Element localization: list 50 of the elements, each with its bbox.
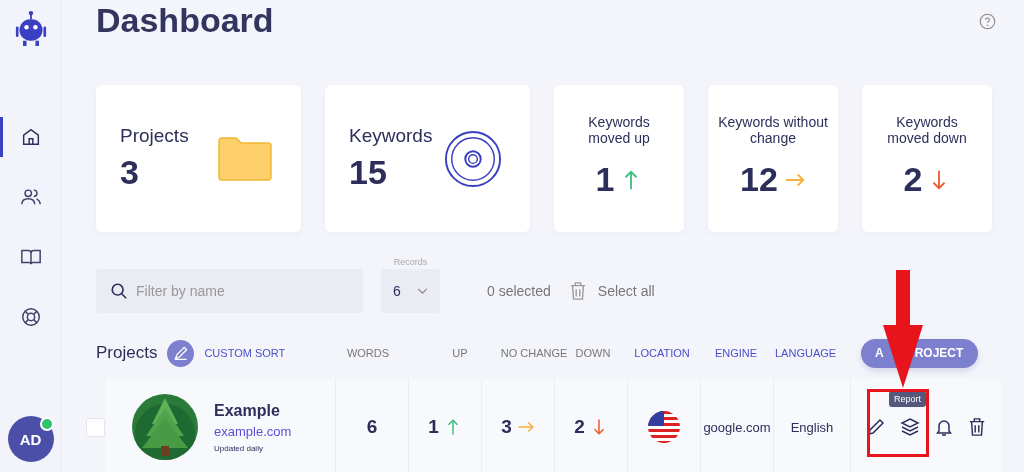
table-cell: google.com (703, 419, 771, 435)
stat-value: 3 (120, 153, 140, 192)
column-header: NO CHANGE (499, 347, 569, 359)
stat-label: Keywords without change (718, 114, 828, 146)
stat-label: Keywords (349, 125, 433, 147)
sort-column-header[interactable]: LOCATION (623, 347, 701, 359)
table-cell: English (790, 419, 834, 435)
column-header: DOWN (574, 347, 612, 359)
lifebuoy-icon[interactable] (19, 306, 42, 328)
flag-icon (648, 411, 680, 443)
help-icon[interactable] (979, 12, 996, 30)
update-note: Updated daily (214, 443, 264, 453)
sort-column-header[interactable]: LANGUAGE (775, 347, 835, 359)
sort-column-header[interactable]: ENGINE (711, 347, 761, 359)
table-cell: 6 (366, 416, 378, 438)
stat-value: 1 (595, 160, 615, 199)
search-field[interactable]: Filter by name (96, 269, 363, 313)
highlight-box (867, 389, 929, 457)
table-cell: 3 (501, 416, 512, 438)
page-title: Dashboard (96, 0, 274, 40)
edit-button[interactable] (167, 339, 195, 367)
selected-count: 0 selected (487, 283, 551, 299)
section-title: Projects (96, 343, 158, 363)
stat-label: Projects (120, 125, 189, 147)
table-cell: 2 (574, 416, 585, 438)
row-checkbox[interactable] (86, 417, 105, 437)
column-header: WORDS (345, 347, 391, 359)
select-all-link[interactable]: Select all (597, 283, 655, 299)
folder-icon (217, 135, 273, 182)
user-avatar[interactable]: AD (7, 416, 54, 462)
stat-label: Keywords moved up (587, 114, 651, 146)
layers-icon[interactable] (900, 417, 920, 437)
stat-value: 15 (349, 153, 388, 192)
records-label: Records (392, 257, 429, 267)
delete-icon[interactable] (968, 417, 986, 437)
chevron-down-icon (417, 287, 428, 295)
stat-value: 12 (740, 160, 778, 199)
active-indicator (0, 117, 3, 157)
custom-sort-link[interactable]: CUSTOM SORT (204, 347, 286, 359)
pencil-icon (172, 345, 189, 361)
search-icon (110, 282, 128, 300)
table-cell: 1 (428, 416, 439, 438)
target-icon (444, 129, 502, 188)
records-dropdown[interactable]: 6 (381, 269, 440, 313)
project-link[interactable]: example.com (214, 423, 292, 439)
column-header: UP (451, 347, 469, 359)
stat-label: Keywords moved down (886, 114, 968, 146)
stat-value: 2 (903, 160, 923, 199)
bell-icon[interactable] (934, 417, 954, 437)
project-name: Example (214, 401, 281, 420)
